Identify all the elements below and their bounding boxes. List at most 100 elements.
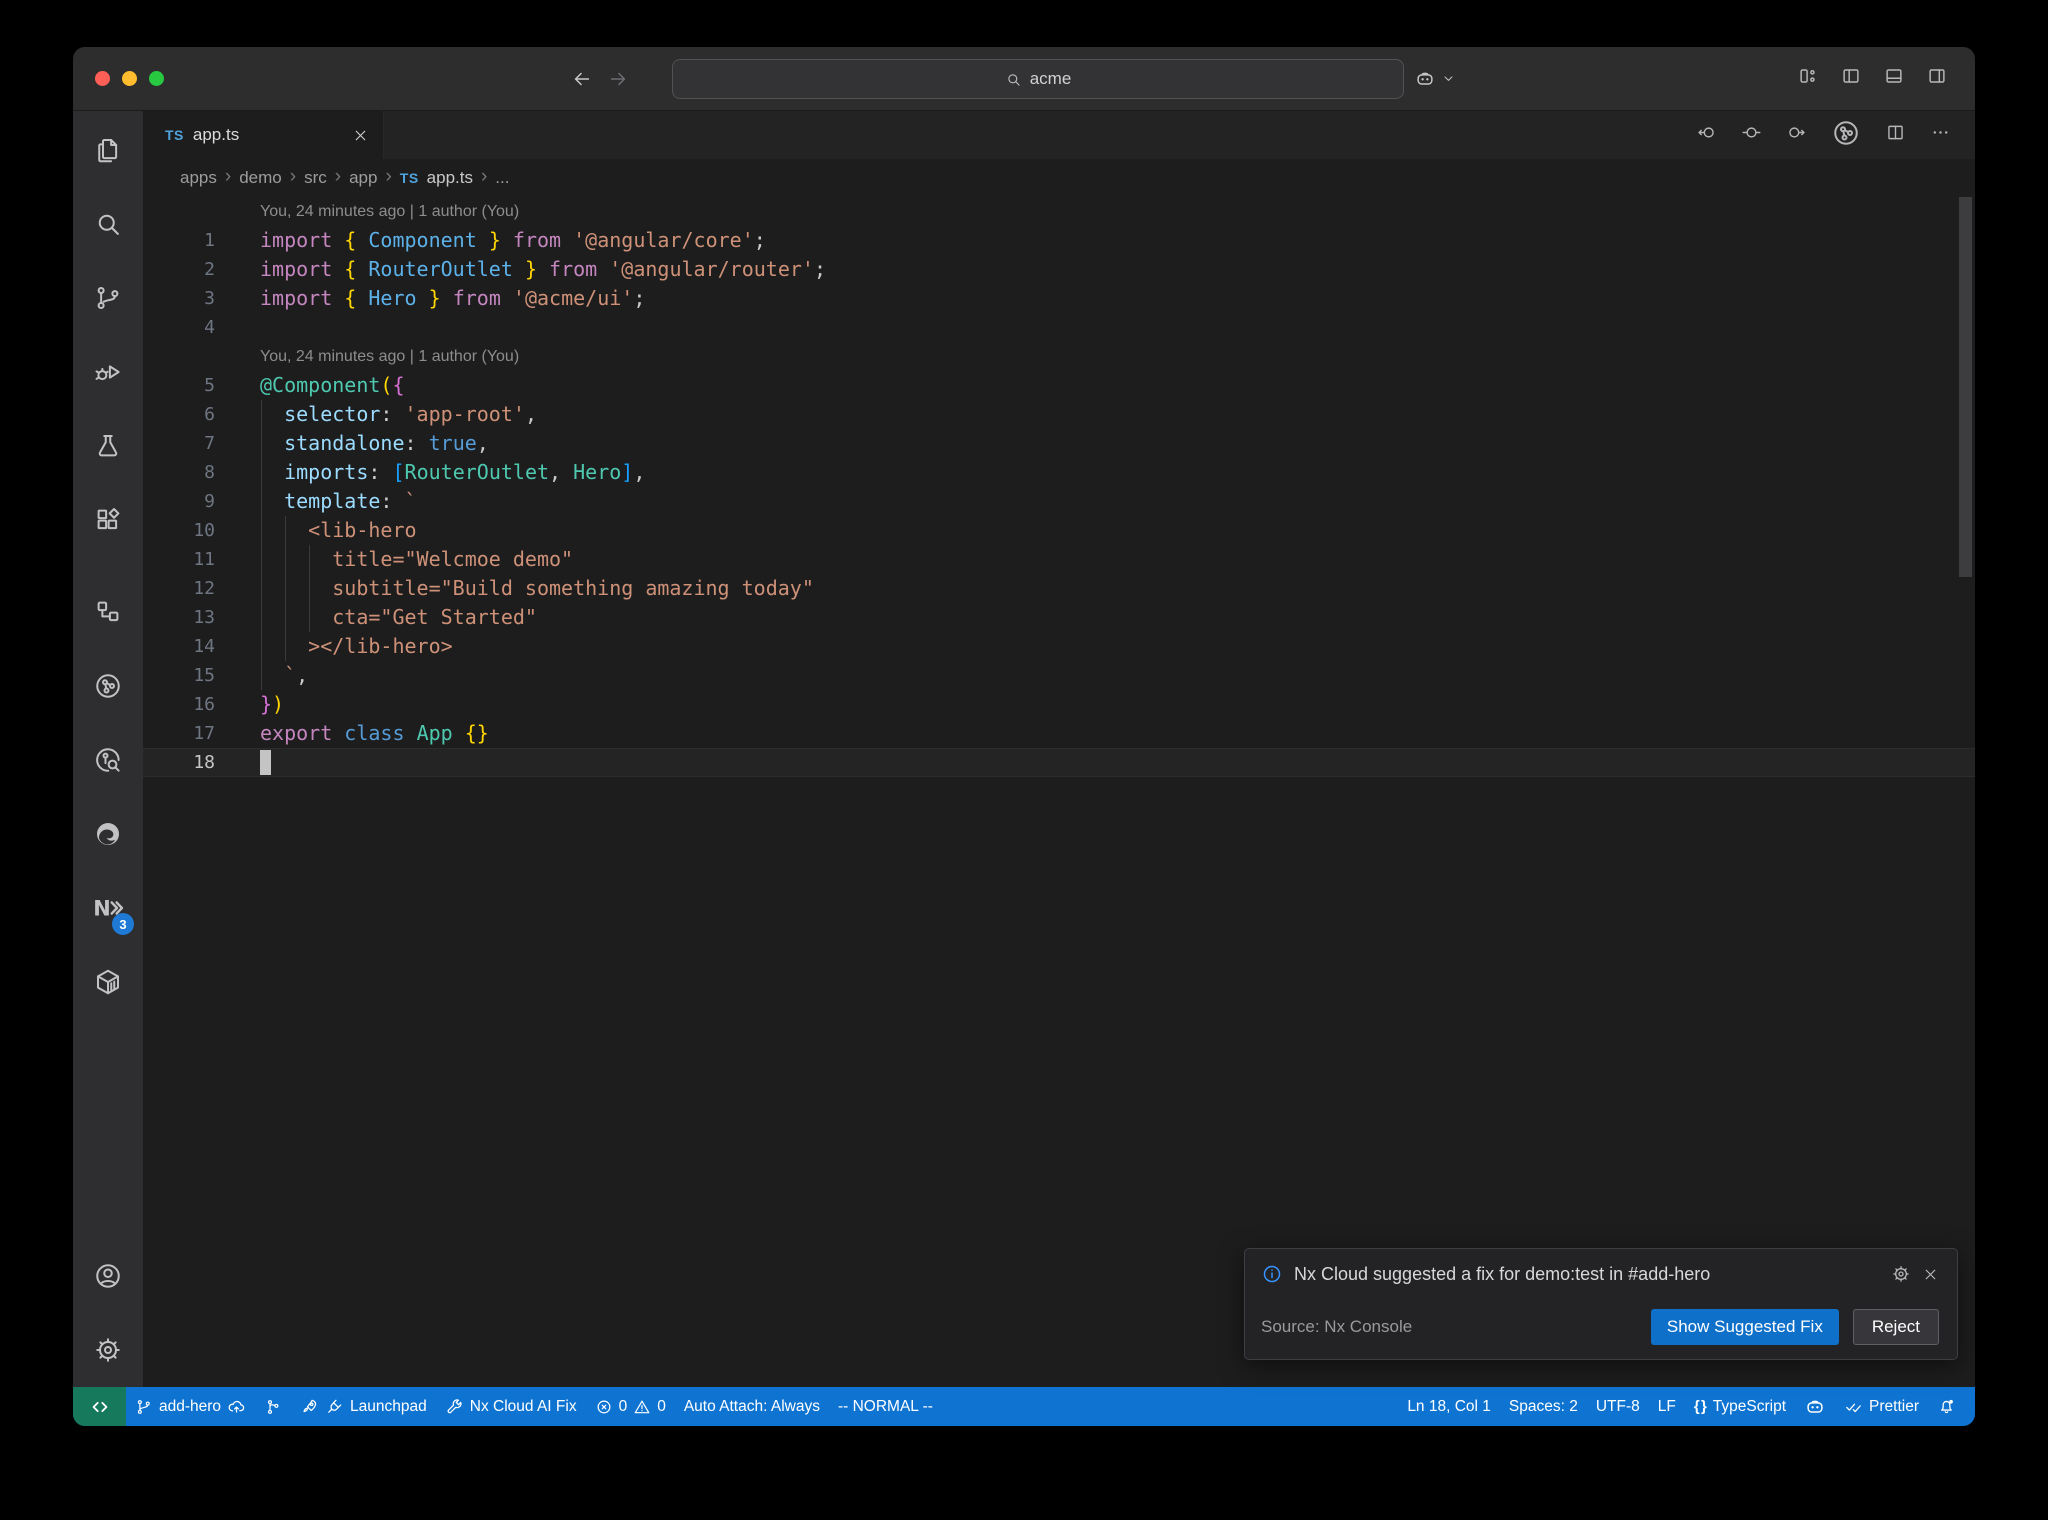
status-copilot[interactable] — [1795, 1387, 1835, 1426]
copilot-icon — [1804, 1396, 1826, 1418]
breadcrumb-item[interactable]: demo — [239, 168, 282, 188]
copilot-menu[interactable] — [1414, 47, 1456, 110]
code-line-18[interactable]: 18 — [143, 748, 1975, 777]
editor-action-commit-graph[interactable] — [1831, 118, 1861, 153]
tab-app-ts[interactable]: TS app.ts — [143, 111, 384, 159]
code-line-11[interactable]: 11 title="Welcmoe demo" — [143, 545, 1975, 574]
toggle-secondary-sidebar-button[interactable] — [1926, 65, 1948, 92]
prev-change-icon — [1696, 122, 1717, 143]
code-line-1[interactable]: 1 import { Component } from '@angular/cor… — [143, 226, 1975, 255]
status-launchpad[interactable]: Launchpad — [291, 1387, 436, 1426]
status-formatter[interactable]: Prettier — [1835, 1387, 1928, 1426]
chevron-right-icon: › — [334, 166, 342, 187]
code-line-4[interactable]: 4 — [143, 313, 1975, 342]
code-line-3[interactable]: 3 import { Hero } from '@acme/ui'; — [143, 284, 1975, 313]
breadcrumb-item[interactable]: src — [304, 168, 327, 188]
code-line-12[interactable]: 12 subtitle="Build something amazing tod… — [143, 574, 1975, 603]
code-line-16[interactable]: 16}) — [143, 690, 1975, 719]
status-cursor-position[interactable]: Ln 18, Col 1 — [1398, 1387, 1500, 1426]
command-center-search[interactable]: acme — [672, 59, 1404, 99]
layout-sidebar-left-icon — [1840, 65, 1862, 87]
code-line-13[interactable]: 13 cta="Get Started" — [143, 603, 1975, 632]
activity-nx-console-button[interactable]: N3 — [73, 871, 143, 945]
editor-action-previous-change[interactable] — [1696, 122, 1717, 148]
git-blame-annotation[interactable]: You, 24 minutes ago | 1 author (You) — [143, 197, 1975, 226]
activity-testing-button[interactable] — [73, 409, 143, 483]
line-number: 9 — [204, 491, 215, 512]
status-language[interactable]: { } TypeScript — [1685, 1387, 1795, 1426]
code-text: cta="Get Started" — [260, 605, 537, 629]
customize-layout-button[interactable] — [1797, 65, 1819, 92]
code-line-9[interactable]: 9 template: ` — [143, 487, 1975, 516]
activity-explorer-button[interactable] — [73, 113, 143, 187]
toggle-panel-button[interactable] — [1883, 65, 1905, 92]
status-eol[interactable]: LF — [1649, 1387, 1685, 1426]
status-nx-cloud-ai-fix[interactable]: Nx Cloud AI Fix — [436, 1387, 586, 1426]
code-line-17[interactable]: 17 export class App {} — [143, 719, 1975, 748]
breadcrumb-overflow[interactable]: ... — [495, 168, 509, 188]
code-line-7[interactable]: 7 standalone: true, — [143, 429, 1975, 458]
activity-commit-graph-button[interactable] — [73, 649, 143, 723]
activity-search-button[interactable] — [73, 187, 143, 261]
activity-edge-tools-button[interactable] — [73, 797, 143, 871]
search-value: acme — [1029, 69, 1072, 88]
activity-graph-search-button[interactable] — [73, 723, 143, 797]
minimize-window-button[interactable] — [122, 71, 137, 86]
copilot-icon — [1414, 68, 1436, 90]
activity-settings-button[interactable] — [73, 1313, 143, 1387]
bell-dot-icon — [1937, 1397, 1956, 1416]
breadcrumb-item[interactable]: app — [349, 168, 377, 188]
activity-project-view-button[interactable] — [73, 575, 143, 649]
breadcrumb-item[interactable]: apps — [180, 168, 217, 188]
editor-action-next-change[interactable] — [1786, 122, 1807, 148]
status-notifications[interactable] — [1928, 1387, 1965, 1426]
code-line-15[interactable]: 15 `, — [143, 661, 1975, 690]
breadcrumb-file[interactable]: app.ts — [427, 168, 473, 188]
status-bar: add-hero Launchpad Nx Cloud AI Fix 0 0 Auto A… — [73, 1387, 1975, 1426]
activity-containers-button[interactable] — [73, 945, 143, 1019]
notification-settings-gear-icon[interactable] — [1891, 1264, 1911, 1284]
git-blame-annotation[interactable]: You, 24 minutes ago | 1 author (You) — [143, 342, 1975, 371]
editor-action-change-marker[interactable] — [1741, 122, 1762, 148]
show-suggested-fix-button[interactable]: Show Suggested Fix — [1650, 1309, 1839, 1345]
reject-button[interactable]: Reject — [1852, 1309, 1939, 1345]
zoom-window-button[interactable] — [149, 71, 164, 86]
status-problems[interactable]: 00 — [586, 1387, 675, 1426]
change-marker-icon — [1741, 122, 1762, 143]
code-line-6[interactable]: 6 selector: 'app-root', — [143, 400, 1975, 429]
activity-run-debug-button[interactable] — [73, 335, 143, 409]
edge-tools-icon — [93, 819, 123, 849]
toggle-primary-sidebar-button[interactable] — [1840, 65, 1862, 92]
code-line-10[interactable]: 10 <lib-hero — [143, 516, 1975, 545]
close-tab-icon[interactable] — [352, 127, 369, 144]
status-git-graph[interactable] — [255, 1387, 291, 1426]
layout-sidebar-right-icon — [1926, 65, 1948, 87]
layout-panel-icon — [1883, 65, 1905, 87]
activity-extensions-button[interactable] — [73, 483, 143, 557]
forward-arrow-icon[interactable] — [607, 68, 629, 90]
window-controls — [95, 47, 164, 110]
activity-accounts-button[interactable] — [73, 1239, 143, 1313]
notification-close-icon[interactable] — [1922, 1266, 1939, 1283]
status-indentation[interactable]: Spaces: 2 — [1500, 1387, 1587, 1426]
screenshot-stage: acme N3 TS app.ts apps › demo › src › ap… — [0, 0, 2048, 1520]
workbench: N3 TS app.ts apps › demo › src › app › TS app.ts ›… — [73, 111, 1975, 1387]
status-vim-mode[interactable]: -- NORMAL -- — [829, 1387, 942, 1426]
status-branch[interactable]: add-hero — [126, 1387, 255, 1426]
code-line-5[interactable]: 5 @Component({ — [143, 371, 1975, 400]
back-arrow-icon[interactable] — [571, 68, 593, 90]
close-window-button[interactable] — [95, 71, 110, 86]
status-encoding[interactable]: UTF-8 — [1587, 1387, 1649, 1426]
activity-source-control-button[interactable] — [73, 261, 143, 335]
scrollbar[interactable] — [1959, 197, 1972, 577]
code-line-8[interactable]: 8 imports: [RouterOutlet, Hero], — [143, 458, 1975, 487]
split-editor-icon — [1885, 122, 1906, 143]
remote-indicator[interactable] — [73, 1387, 126, 1426]
editor-action-split[interactable] — [1885, 122, 1906, 148]
code-editor[interactable]: You, 24 minutes ago | 1 author (You) 1 imp… — [143, 197, 1975, 1387]
status-auto-attach[interactable]: Auto Attach: Always — [675, 1387, 829, 1426]
editor-action-more[interactable] — [1930, 122, 1951, 148]
code-line-2[interactable]: 2 import { RouterOutlet } from '@angular/… — [143, 255, 1975, 284]
code-line-14[interactable]: 14 ></lib-hero> — [143, 632, 1975, 661]
testing-icon — [93, 431, 123, 461]
